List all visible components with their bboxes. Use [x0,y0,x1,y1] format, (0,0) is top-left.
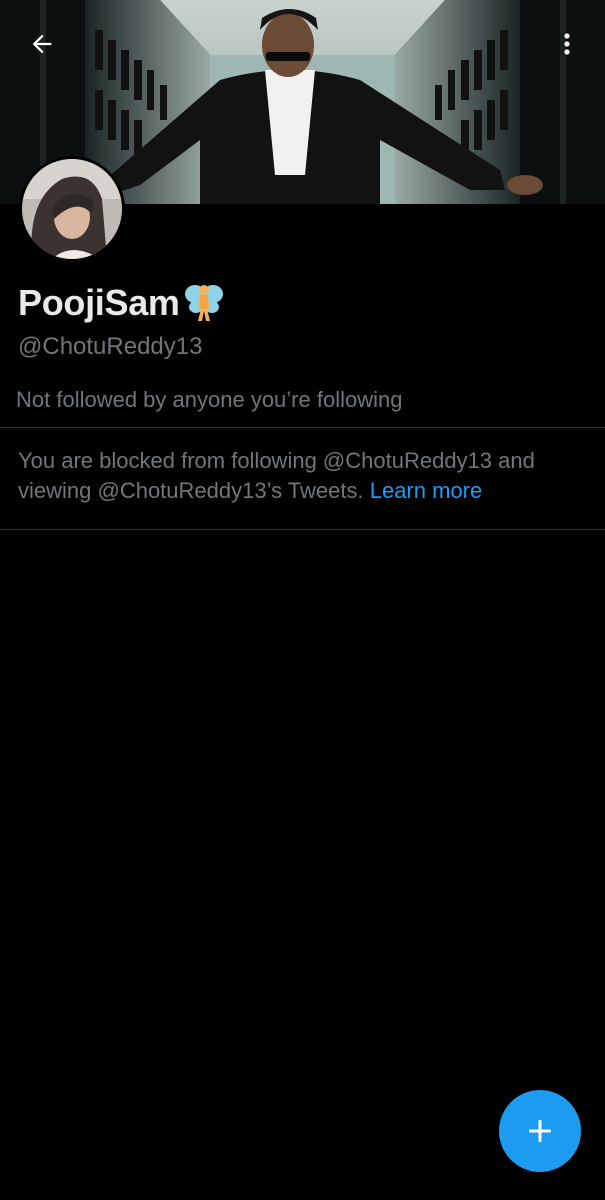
divider [0,529,605,530]
followers-you-know-note: Not followed by anyone you’re following [16,387,403,412]
learn-more-link[interactable]: Learn more [370,478,483,503]
compose-tweet-button[interactable] [499,1090,581,1172]
profile-handle: @ChotuReddy13 [18,333,203,360]
back-arrow-icon [32,34,52,54]
back-button[interactable] [22,24,62,64]
divider [0,427,605,428]
fairy-emoji-icon [184,285,223,321]
more-options-button[interactable] [547,24,587,64]
avatar-image [22,159,122,259]
avatar[interactable] [19,156,125,262]
more-vertical-icon [564,33,570,55]
display-name-row: PoojiSam [18,280,224,326]
display-name: PoojiSam [18,282,180,323]
blocked-notice: You are blocked from following @ChotuRed… [18,446,588,506]
plus-icon [529,1120,551,1142]
